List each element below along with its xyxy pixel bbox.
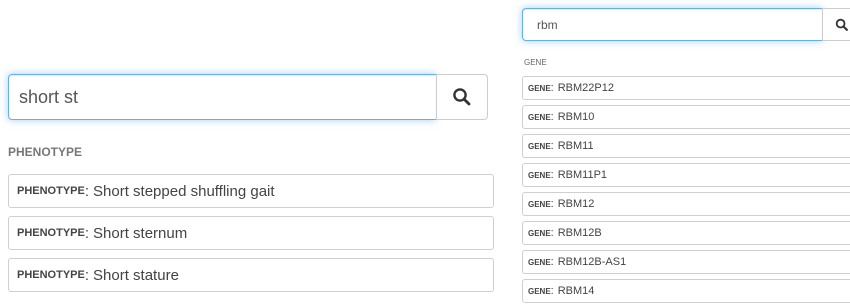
phenotype-search-input[interactable] xyxy=(8,74,436,120)
gene-result-type-label: GENE xyxy=(528,199,551,209)
phenotype-result-item[interactable]: PHENOTYPE: Short stepped shuffling gait xyxy=(8,174,494,208)
phenotype-result-type-label: PHENOTYPE xyxy=(17,227,85,239)
gene-result-name: RBM12B-AS1 xyxy=(557,256,627,268)
gene-result-item[interactable]: GENE: RBM11 xyxy=(522,134,850,158)
phenotype-search-group xyxy=(8,74,488,120)
gene-result-item[interactable]: GENE: RBM10 xyxy=(522,105,850,129)
phenotype-result-name: Short stature xyxy=(93,266,179,284)
phenotype-search-button[interactable] xyxy=(436,74,488,120)
type-separator: : xyxy=(550,82,554,94)
gene-result-type-label: GENE xyxy=(528,83,551,93)
type-separator: : xyxy=(550,140,554,152)
phenotype-result-name: Short stepped shuffling gait xyxy=(93,182,275,200)
type-separator: : xyxy=(550,285,554,297)
gene-result-item[interactable]: GENE: RBM12B-AS1 xyxy=(522,250,850,274)
gene-result-type-label: GENE xyxy=(528,141,551,151)
gene-search-button[interactable] xyxy=(822,8,850,41)
phenotype-result-item[interactable]: PHENOTYPE: Short sternum xyxy=(8,216,494,250)
type-separator: : xyxy=(550,169,554,181)
gene-result-name: RBM12B xyxy=(557,227,602,239)
gene-result-item[interactable]: GENE: RBM12B xyxy=(522,221,850,245)
phenotype-search-panel: PHENOTYPE PHENOTYPE:Short stepped shuffl… xyxy=(8,74,494,300)
phenotype-section-heading: PHENOTYPE xyxy=(8,145,83,159)
type-separator: : xyxy=(550,256,554,268)
phenotype-result-type-label: PHENOTYPE xyxy=(17,269,85,281)
gene-result-name: RBM10 xyxy=(557,111,595,123)
gene-result-type-label: GENE xyxy=(528,257,551,267)
gene-result-name: RBM12 xyxy=(557,198,595,210)
gene-section-heading: GENE xyxy=(524,58,547,67)
type-separator: : xyxy=(84,182,90,200)
gene-result-name: RBM22P12 xyxy=(557,82,614,94)
gene-result-type-label: GENE xyxy=(528,286,551,296)
search-icon xyxy=(453,88,471,106)
gene-result-item[interactable]: GENE: RBM14 xyxy=(522,279,850,303)
type-separator: : xyxy=(550,227,554,239)
type-separator: : xyxy=(84,224,90,242)
phenotype-results-list: PHENOTYPE: Short stepped shuffling gait PH… xyxy=(8,174,494,292)
gene-result-type-label: GENE xyxy=(528,112,551,122)
gene-results-list: GENE: RBM22P12 GENE: RBM10 GENE: RBM11 GENE: RB… xyxy=(522,76,850,303)
gene-result-name: RBM11 xyxy=(557,140,594,152)
phenotype-result-name: Short sternum xyxy=(93,224,188,242)
gene-result-item[interactable]: GENE: RBM22P12 xyxy=(522,76,850,100)
gene-result-item[interactable]: GENE: RBM11P1 xyxy=(522,163,850,187)
search-icon xyxy=(835,18,848,31)
phenotype-result-item[interactable]: PHENOTYPE: Short stature xyxy=(8,258,494,292)
type-separator: : xyxy=(550,111,554,123)
gene-search-input[interactable] xyxy=(522,8,822,41)
gene-search-panel: GENE GENE:RBM22P12GENE:RBM10GENE:RBM11GE… xyxy=(522,8,850,308)
gene-result-type-label: GENE xyxy=(528,228,551,238)
gene-result-type-label: GENE xyxy=(528,170,551,180)
gene-search-group xyxy=(522,8,850,41)
type-separator: : xyxy=(84,266,90,284)
gene-result-name: RBM14 xyxy=(557,285,595,297)
gene-result-name: RBM11P1 xyxy=(557,169,608,181)
phenotype-result-type-label: PHENOTYPE xyxy=(17,185,85,197)
gene-result-item[interactable]: GENE: RBM12 xyxy=(522,192,850,216)
type-separator: : xyxy=(550,198,554,210)
